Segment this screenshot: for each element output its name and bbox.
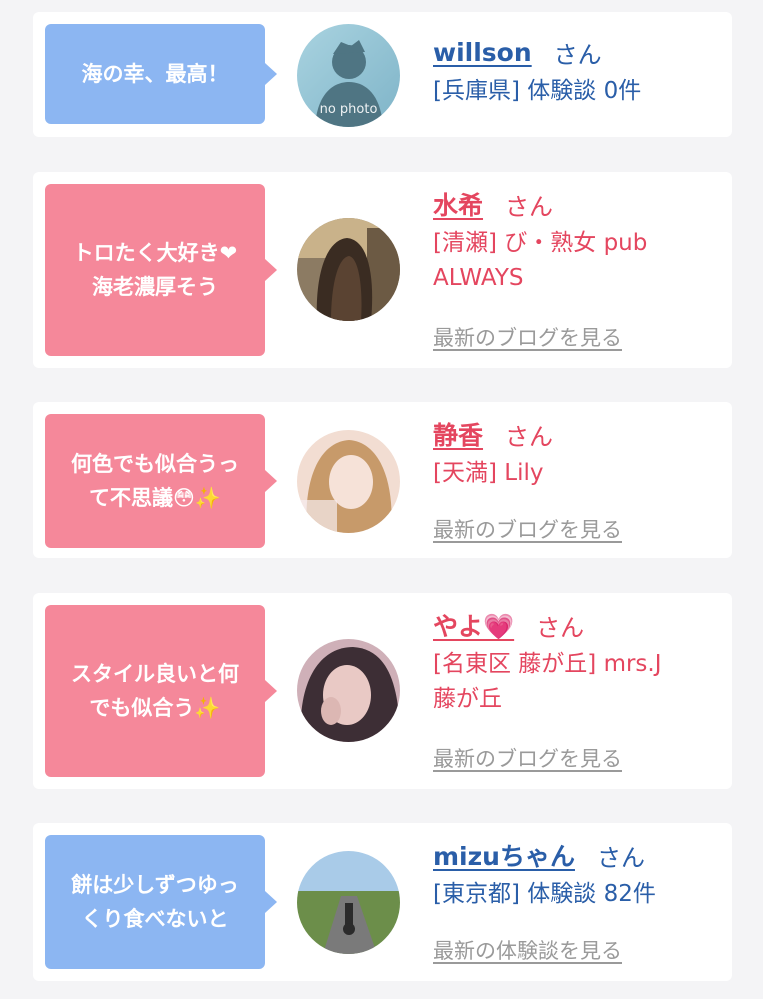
review-card: トロたく大好き❤ 海老濃厚そう 水希 さん [清瀬] び・熟女 pub ALWA… bbox=[33, 172, 732, 368]
review-list: 海の幸、最高！ no photo willson さん [兵庫県] 体験談 0件… bbox=[0, 0, 763, 999]
comment-line: 餅は少しずつゆっ bbox=[71, 873, 239, 897]
avatar-no-photo[interactable]: no photo bbox=[297, 24, 400, 127]
comment-bubble: 何色でも似合うっ て不思議😳✨ bbox=[45, 414, 277, 548]
comment-line: 何色でも似合うっ bbox=[71, 452, 239, 476]
shop-info[interactable]: [清瀬] び・熟女 pub ALWAYS bbox=[433, 226, 712, 296]
no-photo-label: no photo bbox=[319, 102, 378, 117]
shop-info[interactable]: [天満] Lily bbox=[433, 456, 712, 491]
user-name-link[interactable]: willson bbox=[433, 38, 532, 67]
latest-blog-link[interactable]: 最新のブログを見る bbox=[433, 322, 622, 352]
comment-bubble: スタイル良いと何 でも似合う✨ bbox=[45, 605, 277, 777]
latest-blog-link[interactable]: 最新のブログを見る bbox=[433, 743, 622, 773]
avatar-photo[interactable] bbox=[297, 851, 400, 954]
profile-photo-icon bbox=[297, 639, 400, 742]
info: willson さん [兵庫県] 体験談 0件 bbox=[433, 32, 712, 109]
profile-photo-icon bbox=[297, 851, 400, 954]
comment-bubble: 海の幸、最高！ bbox=[45, 24, 277, 124]
honorific: さん bbox=[536, 613, 585, 642]
user-name-link[interactable]: やよ💗 bbox=[433, 607, 514, 643]
honorific: さん bbox=[553, 40, 602, 69]
honorific: さん bbox=[505, 192, 554, 221]
honorific: さん bbox=[596, 843, 645, 872]
comment-line: くり食べないと bbox=[81, 907, 229, 931]
latest-review-link[interactable]: 最新の体験談を見る bbox=[433, 935, 622, 965]
user-name-link[interactable]: 水希 bbox=[433, 186, 483, 222]
avatar-photo[interactable] bbox=[297, 639, 400, 742]
shop-line: 藤が丘 bbox=[433, 686, 502, 712]
honorific: さん bbox=[505, 422, 554, 451]
review-card: 海の幸、最高！ no photo willson さん [兵庫県] 体験談 0件 bbox=[33, 12, 732, 137]
info: やよ💗 さん [名東区 藤が丘] mrs.J 藤が丘 bbox=[433, 605, 712, 717]
shop-info[interactable]: [東京都] 体験談 82件 bbox=[433, 877, 712, 912]
user-name-link[interactable]: 静香 bbox=[433, 416, 483, 452]
avatar-photo[interactable] bbox=[297, 430, 400, 533]
comment-bubble: トロたく大好き❤ 海老濃厚そう bbox=[45, 184, 277, 356]
review-card: スタイル良いと何 でも似合う✨ やよ💗 さん [名東区 藤が丘] mrs.J 藤… bbox=[33, 593, 732, 789]
info: 静香 さん [天満] Lily bbox=[433, 414, 712, 491]
review-card: 餅は少しずつゆっ くり食べないと mizuちゃん さん [東京都] 体験談 82… bbox=[33, 823, 732, 981]
review-card: 何色でも似合うっ て不思議😳✨ 静香 さん [天満] Lily 最新のブログを見… bbox=[33, 402, 732, 558]
profile-photo-icon bbox=[297, 430, 400, 533]
user-name-link[interactable]: mizuちゃん bbox=[433, 837, 575, 873]
info: 水希 さん [清瀬] び・熟女 pub ALWAYS bbox=[433, 184, 712, 296]
comment-line: て不思議😳✨ bbox=[88, 486, 222, 510]
comment-line: トロたく大好き❤ bbox=[72, 241, 238, 265]
avatar-photo[interactable] bbox=[297, 218, 400, 321]
shop-info[interactable]: [名東区 藤が丘] mrs.J 藤が丘 bbox=[433, 647, 712, 717]
shop-line: [清瀬] び・熟女 pub bbox=[433, 230, 648, 256]
latest-blog-link[interactable]: 最新のブログを見る bbox=[433, 514, 622, 544]
shop-info[interactable]: [兵庫県] 体験談 0件 bbox=[433, 74, 712, 109]
info: mizuちゃん さん [東京都] 体験談 82件 bbox=[433, 835, 712, 912]
profile-photo-icon bbox=[297, 218, 400, 321]
comment-line: 海老濃厚そう bbox=[91, 275, 218, 299]
comment-text: 海の幸、最高！ bbox=[81, 62, 229, 86]
shop-line: ALWAYS bbox=[433, 265, 524, 291]
comment-line: スタイル良いと何 bbox=[71, 662, 239, 686]
comment-line: でも似合う✨ bbox=[89, 696, 221, 720]
shop-line: [名東区 藤が丘] mrs.J bbox=[433, 651, 662, 677]
comment-bubble: 餅は少しずつゆっ くり食べないと bbox=[45, 835, 277, 969]
